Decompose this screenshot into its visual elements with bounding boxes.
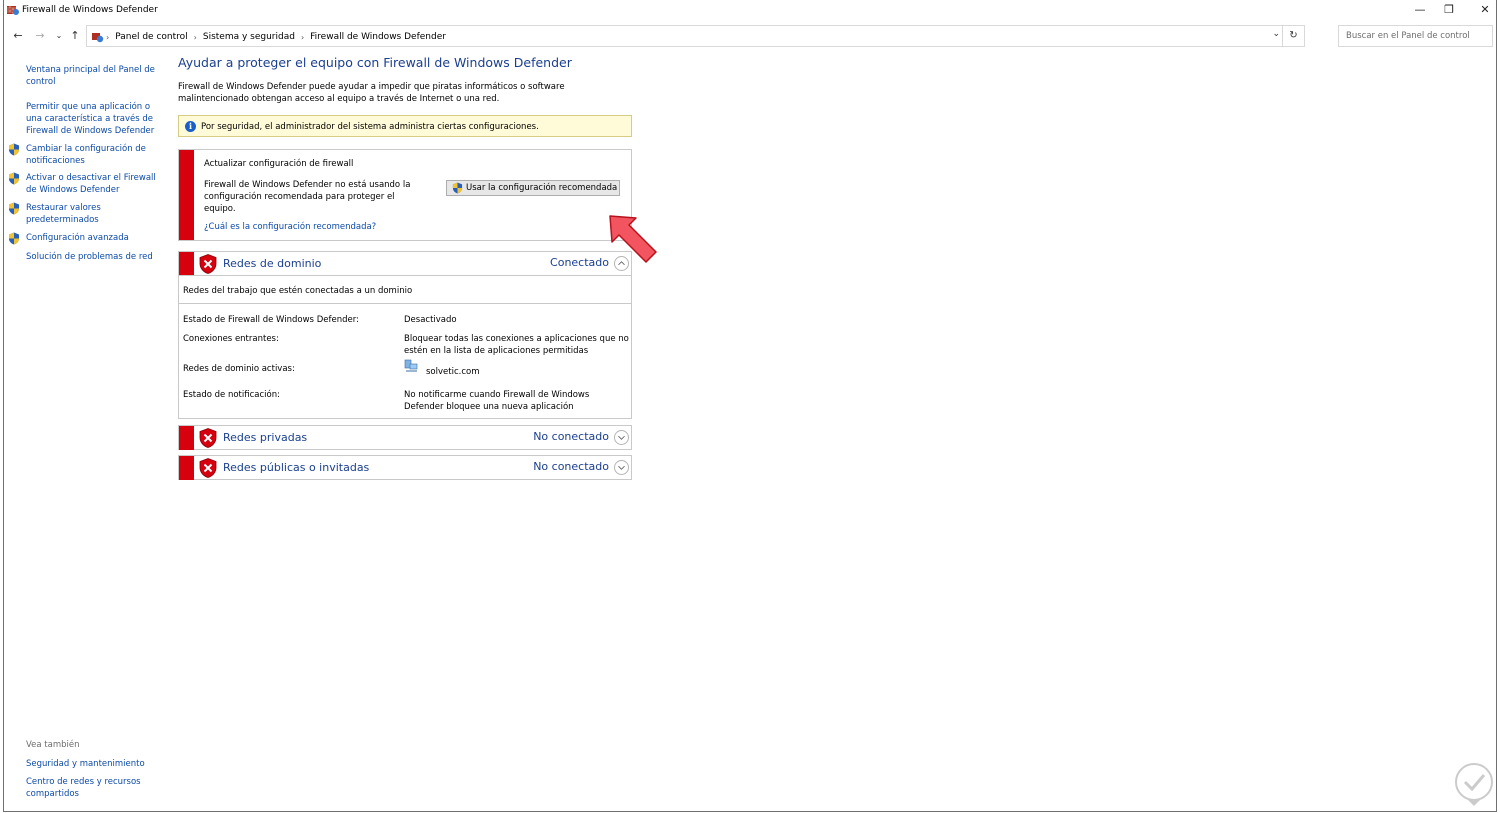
private-networks-name: Redes privadas xyxy=(223,431,308,444)
breadcrumb-sistema-y-seguridad[interactable]: Sistema y seguridad xyxy=(199,32,299,42)
alert-status-bar xyxy=(179,426,194,450)
uac-shield-icon xyxy=(9,143,19,156)
admin-info-bar: i Por seguridad, el administrador del si… xyxy=(178,115,632,137)
firewall-app-icon xyxy=(7,6,19,15)
see-also-link-network-center[interactable]: Centro de redes y recursos compartidos xyxy=(26,776,158,800)
section-divider xyxy=(179,303,631,304)
sidebar-link-advanced-settings[interactable]: Configuración avanzada xyxy=(26,232,158,244)
sidebar-link-toggle-firewall[interactable]: Activar o desactivar el Firewall de Wind… xyxy=(26,172,158,196)
use-recommended-settings-button[interactable]: Usar la configuración recomendada xyxy=(446,180,620,196)
detail-key: Estado de notificación: xyxy=(183,390,280,400)
admin-info-text: Por seguridad, el administrador del sist… xyxy=(201,122,539,132)
public-networks-status: No conectado xyxy=(533,460,609,473)
sidebar-link-allow-app[interactable]: Permitir que una aplicación o una caract… xyxy=(26,101,158,137)
shield-error-icon xyxy=(199,458,217,478)
detail-value: Desactivado xyxy=(404,315,457,325)
breadcrumb-separator: › xyxy=(106,32,110,42)
back-arrow-icon[interactable]: ← xyxy=(10,28,26,44)
watermark-logo-icon xyxy=(1455,763,1493,806)
private-networks-section: Redes privadas No conectado xyxy=(178,425,632,450)
sidebar-link-restore-defaults[interactable]: Restaurar valores predeterminados xyxy=(26,202,158,226)
public-networks-section: Redes públicas o invitadas No conectado xyxy=(178,455,632,480)
page-title: Ayudar a proteger el equipo con Firewall… xyxy=(178,55,572,70)
warning-body: Firewall de Windows Defender no está usa… xyxy=(204,180,411,214)
address-bar[interactable]: › Panel de control › Sistema y seguridad… xyxy=(86,25,1305,47)
breadcrumb-firewall[interactable]: Firewall de Windows Defender xyxy=(306,32,450,42)
sidebar-link-notifications[interactable]: Cambiar la configuración de notificacion… xyxy=(26,143,158,167)
domain-network-icon xyxy=(404,359,418,372)
shield-error-icon xyxy=(199,254,217,274)
expand-chevron-icon[interactable] xyxy=(614,460,629,475)
detail-value: Bloquear todas las conexiones a aplicaci… xyxy=(404,334,629,356)
public-networks-header[interactable]: Redes públicas o invitadas No conectado xyxy=(179,456,631,480)
search-input[interactable]: Buscar en el Panel de control xyxy=(1338,25,1493,47)
detail-key: Conexiones entrantes: xyxy=(183,334,279,344)
firewall-warning-panel: Actualizar configuración de firewall Fir… xyxy=(178,149,632,241)
control-panel-icon xyxy=(92,33,104,43)
firewall-window: Firewall de Windows Defender — ❐ ✕ ← → ⌄… xyxy=(3,0,1497,812)
public-networks-name: Redes públicas o invitadas xyxy=(223,461,370,474)
sidebar-link-control-panel-home[interactable]: Ventana principal del Panel de control xyxy=(26,64,158,88)
domain-networks-description: Redes del trabajo que estén conectadas a… xyxy=(183,286,413,296)
domain-networks-name: Redes de dominio xyxy=(223,257,322,270)
restore-button[interactable]: ❐ xyxy=(1431,0,1467,20)
breadcrumb: › Panel de control › Sistema y seguridad… xyxy=(91,31,450,43)
breadcrumb-panel-de-control[interactable]: Panel de control xyxy=(111,32,191,42)
private-networks-status: No conectado xyxy=(533,430,609,443)
detail-value: solvetic.com xyxy=(426,367,480,377)
what-are-recommended-settings-link[interactable]: ¿Cuál es la configuración recomendada? xyxy=(204,222,376,232)
alert-status-bar xyxy=(179,150,194,240)
domain-networks-section: Redes de dominio Conectado Redes del tra… xyxy=(178,251,632,419)
title-bar: Firewall de Windows Defender — ❐ ✕ xyxy=(4,0,1496,22)
uac-shield-icon xyxy=(9,202,19,215)
detail-value: No notificarme cuando Firewall de Window… xyxy=(404,390,590,412)
domain-networks-status: Conectado xyxy=(550,256,609,269)
uac-shield-icon xyxy=(452,182,463,194)
alert-status-bar xyxy=(179,252,194,275)
info-icon: i xyxy=(185,121,196,132)
use-recommended-settings-label: Usar la configuración recomendada xyxy=(466,183,618,193)
recent-locations-chevron-icon[interactable]: ⌄ xyxy=(51,28,67,44)
refresh-icon[interactable]: ↻ xyxy=(1282,26,1304,46)
annotation-arrow-icon xyxy=(609,215,657,263)
breadcrumb-separator: › xyxy=(300,32,305,42)
window-title: Firewall de Windows Defender xyxy=(22,5,158,15)
alert-status-bar xyxy=(179,456,194,480)
see-also-heading: Vea también xyxy=(26,740,80,750)
warning-title: Actualizar configuración de firewall xyxy=(204,159,354,169)
close-button[interactable]: ✕ xyxy=(1467,0,1500,20)
domain-networks-header[interactable]: Redes de dominio Conectado xyxy=(179,252,631,276)
address-dropdown-chevron-icon[interactable]: ⌄ xyxy=(1272,29,1280,39)
navigation-bar: ← → ⌄ ↑ › Panel de control › Sistema y s… xyxy=(4,24,1496,48)
sidebar-link-troubleshoot[interactable]: Solución de problemas de red xyxy=(26,251,158,263)
see-also-link-security-maintenance[interactable]: Seguridad y mantenimiento xyxy=(26,758,158,770)
breadcrumb-separator: › xyxy=(193,32,197,42)
forward-arrow-icon[interactable]: → xyxy=(32,28,48,44)
search-placeholder: Buscar en el Panel de control xyxy=(1346,31,1470,41)
up-arrow-icon[interactable]: ↑ xyxy=(67,28,83,44)
detail-key: Redes de dominio activas: xyxy=(183,364,295,374)
uac-shield-icon xyxy=(9,172,19,185)
private-networks-header[interactable]: Redes privadas No conectado xyxy=(179,426,631,450)
expand-chevron-icon[interactable] xyxy=(614,430,629,445)
uac-shield-icon xyxy=(9,232,19,245)
shield-error-icon xyxy=(199,428,217,448)
detail-key: Estado de Firewall de Windows Defender: xyxy=(183,315,359,325)
intro-text: Firewall de Windows Defender puede ayuda… xyxy=(178,82,565,104)
